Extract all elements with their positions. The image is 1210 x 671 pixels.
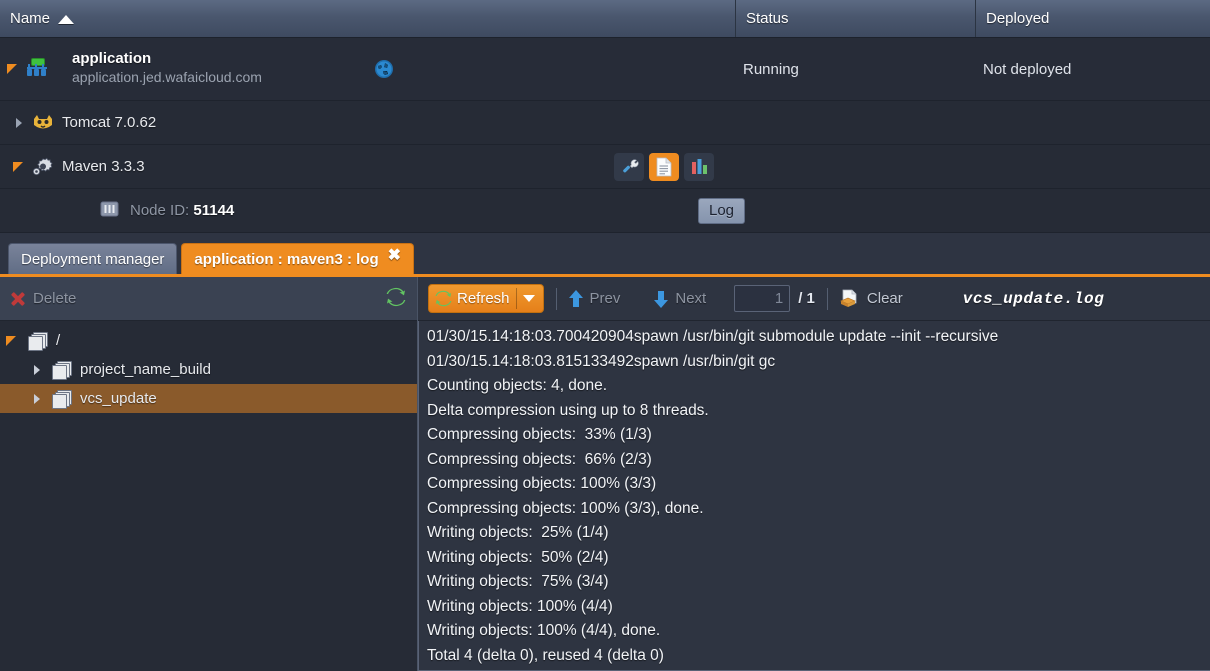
environment-name-cell: application application.jed.wafaicloud.c… — [0, 38, 735, 100]
clear-button-label: Clear — [866, 290, 903, 307]
tree-item-root-label: / — [56, 332, 61, 349]
environment-icon — [24, 57, 50, 81]
prev-button-label: Prev — [589, 290, 621, 307]
next-button-label: Next — [675, 290, 707, 307]
close-icon[interactable]: ✖ — [388, 248, 401, 264]
tab-bar: Deployment manager application : maven3 … — [0, 233, 1210, 277]
page-total-label: / 1 — [798, 290, 815, 307]
table-row-maven[interactable]: Maven 3.3.3 — [0, 145, 1210, 189]
column-header-status-label: Status — [746, 10, 789, 27]
tree-item-root[interactable]: / — [0, 326, 417, 355]
expand-collapse-icon[interactable] — [12, 159, 28, 175]
file-tree: / project_name_build vcs_update — [0, 321, 417, 671]
tab-deployment-manager[interactable]: Deployment manager — [8, 243, 178, 274]
folder-stack-icon — [52, 361, 72, 380]
arrow-down-icon — [654, 290, 669, 308]
globe-icon[interactable] — [374, 59, 394, 79]
node-id-prefix: Node ID: — [130, 202, 194, 219]
maven-name-cell: Maven 3.3.3 — [0, 145, 735, 188]
node-id-value: 51144 — [193, 202, 235, 219]
node-id-label: Node ID: 51144 — [130, 202, 234, 219]
log-filename: vcs_update.log — [962, 289, 1105, 308]
file-tree-refresh-button[interactable] — [385, 287, 407, 311]
prev-button[interactable]: Prev — [568, 289, 621, 308]
sort-ascending-icon — [58, 14, 75, 24]
file-tree-toolbar: Delete — [0, 277, 417, 321]
tree-item-project-name-build[interactable]: project_name_build — [0, 355, 417, 384]
tree-item-vcs-update-label: vcs_update — [80, 390, 157, 407]
delete-button-label: Delete — [33, 290, 77, 307]
node-id-icon — [100, 201, 122, 221]
folder-stack-icon — [52, 390, 72, 409]
page-number-input[interactable] — [734, 285, 791, 312]
content-split: Delete / project_name_build vcs_update R… — [0, 277, 1210, 671]
divider — [555, 287, 557, 310]
node-id-cell: Node ID: 51144 Log — [0, 189, 746, 232]
log-tooltip-button[interactable]: Log — [698, 197, 746, 224]
log-file-icon[interactable] — [649, 152, 679, 181]
environment-text: application application.jed.wafaicloud.c… — [72, 50, 262, 88]
column-header-deployed-label: Deployed — [986, 10, 1050, 27]
environment-hostname: application.jed.wafaicloud.com — [72, 69, 262, 85]
tomcat-label: Tomcat 7.0.62 — [62, 114, 157, 131]
tab-application-maven3-log-label: application : maven3 : log — [194, 250, 379, 268]
delete-x-icon — [10, 291, 26, 307]
log-output-container[interactable]: 01/30/15.14:18:03.700420904spawn /usr/bi… — [418, 321, 1210, 671]
app-window: Name Status Deployed application applica… — [0, 0, 1210, 671]
expand-collapse-icon[interactable] — [30, 362, 46, 378]
column-header-deployed[interactable]: Deployed — [975, 0, 1210, 37]
environment-deployed: Not deployed — [983, 60, 1072, 78]
clear-button[interactable]: Clear — [840, 289, 903, 308]
clear-icon — [840, 289, 857, 307]
tree-item-project-name-build-label: project_name_build — [80, 361, 211, 378]
delete-button[interactable]: Delete — [10, 290, 76, 307]
environment-grid: application application.jed.wafaicloud.c… — [0, 38, 1210, 233]
table-row-tomcat[interactable]: Tomcat 7.0.62 — [0, 101, 1210, 145]
column-header-name[interactable]: Name — [0, 0, 735, 37]
expand-collapse-icon[interactable] — [12, 115, 28, 131]
refresh-icon — [386, 287, 406, 306]
divider — [515, 288, 517, 309]
file-tree-pane: Delete / project_name_build vcs_update — [0, 277, 418, 671]
table-row-environment[interactable]: application application.jed.wafaicloud.c… — [0, 38, 1210, 101]
refresh-icon — [435, 290, 452, 307]
refresh-button[interactable]: Refresh — [428, 284, 544, 313]
expand-collapse-icon[interactable] — [6, 333, 22, 349]
statistics-icon[interactable] — [684, 152, 714, 181]
tomcat-name-cell: Tomcat 7.0.62 — [0, 101, 735, 144]
grid-header: Name Status Deployed — [0, 0, 1210, 38]
tab-deployment-manager-label: Deployment manager — [21, 250, 165, 268]
column-header-status[interactable]: Status — [735, 0, 975, 37]
tree-item-vcs-update[interactable]: vcs_update — [0, 384, 417, 413]
chevron-down-icon[interactable] — [522, 295, 535, 302]
config-icon[interactable] — [614, 152, 644, 181]
log-pane: Refresh Prev Next / 1 — [418, 277, 1210, 671]
table-row-node-id[interactable]: Node ID: 51144 Log — [0, 189, 1210, 233]
folder-stack-icon — [28, 332, 48, 351]
expand-collapse-icon[interactable] — [30, 391, 46, 407]
maven-gear-icon — [32, 157, 54, 177]
environment-title: application — [72, 50, 152, 68]
log-toolbar: Refresh Prev Next / 1 — [418, 277, 1210, 321]
tomcat-icon — [32, 113, 54, 133]
tab-application-maven3-log[interactable]: application : maven3 : log ✖ — [181, 243, 415, 274]
log-output-text: 01/30/15.14:18:03.700420904spawn /usr/bi… — [427, 328, 999, 664]
arrow-up-icon — [568, 289, 583, 308]
environment-status: Running — [743, 60, 799, 78]
expand-collapse-icon[interactable] — [6, 61, 22, 77]
maven-label: Maven 3.3.3 — [62, 158, 145, 175]
refresh-button-label: Refresh — [457, 290, 510, 307]
next-button[interactable]: Next — [654, 290, 706, 308]
column-header-name-label: Name — [10, 10, 51, 27]
divider — [826, 287, 828, 310]
maven-action-buttons — [614, 152, 714, 181]
